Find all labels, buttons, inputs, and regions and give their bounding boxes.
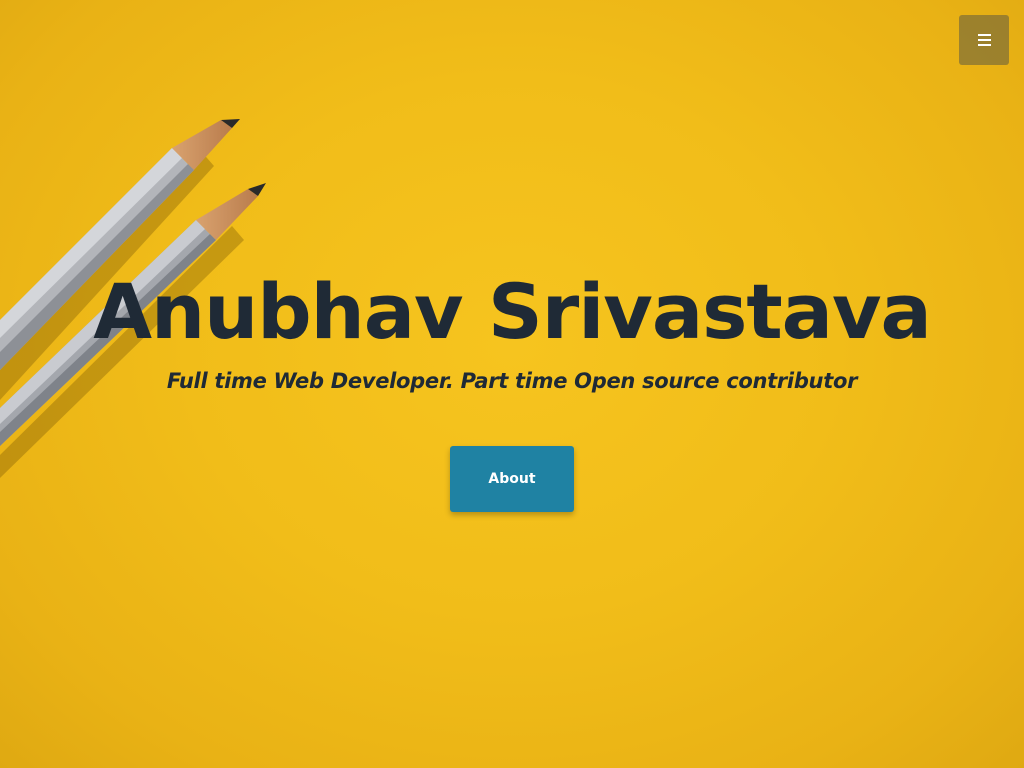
tagline: Full time Web Developer. Part time Open … — [166, 369, 858, 393]
hamburger-icon — [977, 34, 991, 46]
hero-content: Anubhav Srivastava Full time Web Develop… — [0, 262, 1024, 398]
hero-section: Anubhav Srivastava Full time Web Develop… — [0, 0, 1024, 768]
page-title: Anubhav Srivastava — [93, 267, 932, 356]
about-button-label: About — [488, 471, 536, 487]
menu-button[interactable] — [959, 15, 1009, 65]
pencils-image — [0, 119, 266, 478]
about-button[interactable]: About — [450, 446, 574, 512]
